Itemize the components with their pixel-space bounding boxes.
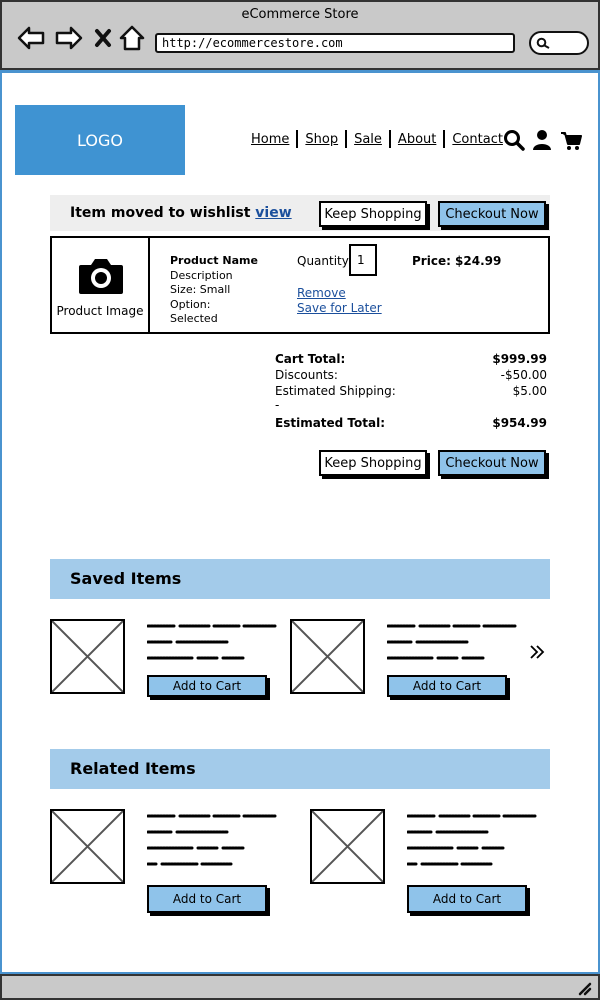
cart-total-label: Cart Total: xyxy=(275,352,346,366)
nav-sale[interactable]: Sale xyxy=(349,132,387,147)
notice-message: Item moved to wishlist xyxy=(70,205,251,221)
nav-contact[interactable]: Contact xyxy=(447,132,508,147)
save-for-later-link[interactable]: Save for Later xyxy=(297,301,382,315)
main-nav: Home Shop Sale About Contact xyxy=(246,130,508,148)
nav-home[interactable]: Home xyxy=(246,132,294,147)
saved-item-description-placeholder xyxy=(147,620,279,666)
product-option: Option: xyxy=(170,297,211,311)
remove-link[interactable]: Remove xyxy=(297,286,346,300)
product-image-label: Product Image xyxy=(56,304,144,318)
saved-item-description-placeholder xyxy=(387,620,519,666)
search-icon[interactable] xyxy=(503,129,525,151)
search-icon xyxy=(536,37,550,49)
cart-icon[interactable] xyxy=(560,129,582,151)
related-item-image-placeholder[interactable] xyxy=(50,809,125,884)
add-to-cart-button[interactable]: Add to Cart xyxy=(387,675,507,697)
saved-item-image-placeholder[interactable] xyxy=(290,619,365,694)
browser-titlebar: eCommerce Store http://ecommercestore.co… xyxy=(0,0,600,70)
view-wishlist-link[interactable]: view xyxy=(255,205,291,221)
order-summary: Cart Total: $999.99 Discounts: -$50.00 Est… xyxy=(275,352,547,432)
product-image[interactable]: Product Image xyxy=(52,238,150,332)
nav-divider xyxy=(388,130,391,148)
cart-item: Product Image Product Name Description S… xyxy=(50,236,550,334)
cart-total-value: $999.99 xyxy=(492,352,547,366)
summary-divider: - xyxy=(275,398,280,412)
related-item-description-placeholder xyxy=(407,810,539,872)
related-item-image-placeholder[interactable] xyxy=(310,809,385,884)
nav-divider xyxy=(296,130,299,148)
related-items-header: Related Items xyxy=(50,749,550,789)
chevron-right-icon[interactable] xyxy=(528,642,546,662)
add-to-cart-button[interactable]: Add to Cart xyxy=(407,885,527,913)
product-price: Price: $24.99 xyxy=(412,254,502,268)
add-to-cart-button[interactable]: Add to Cart xyxy=(147,885,267,913)
checkout-button[interactable]: Checkout Now xyxy=(438,450,546,476)
estimated-total-label: Estimated Total: xyxy=(275,416,386,430)
browser-search-field[interactable] xyxy=(529,31,589,55)
product-size: Size: Small xyxy=(170,283,231,296)
product-description: Description xyxy=(170,268,233,282)
product-details: Product Name Description Size: Small Opt… xyxy=(170,254,258,327)
discounts-label: Discounts: xyxy=(275,368,338,382)
quantity-input[interactable]: 1 xyxy=(349,244,377,276)
logo[interactable]: LOGO xyxy=(15,105,185,175)
shipping-label: Estimated Shipping: xyxy=(275,384,396,398)
keep-shopping-button[interactable]: Keep Shopping xyxy=(319,450,427,476)
nav-divider xyxy=(443,130,446,148)
saved-items-header: Saved Items xyxy=(50,559,550,599)
saved-item-image-placeholder[interactable] xyxy=(50,619,125,694)
camera-icon xyxy=(79,259,123,294)
nav-divider xyxy=(345,130,348,148)
wishlist-notice: Item moved to wishlist view Keep Shoppin… xyxy=(50,195,550,231)
add-to-cart-button[interactable]: Add to Cart xyxy=(147,675,267,697)
shipping-value: $5.00 xyxy=(512,384,547,398)
resize-handle-icon[interactable] xyxy=(576,980,592,996)
discounts-value: -$50.00 xyxy=(500,368,547,382)
url-input[interactable]: http://ecommercestore.com xyxy=(155,33,515,53)
forward-arrow-icon[interactable] xyxy=(54,24,84,52)
close-icon[interactable] xyxy=(91,24,121,52)
nav-shop[interactable]: Shop xyxy=(300,132,343,147)
user-icon[interactable] xyxy=(531,129,553,151)
product-option-value: Selected xyxy=(170,312,218,325)
checkout-button[interactable]: Checkout Now xyxy=(438,201,546,227)
estimated-total-value: $954.99 xyxy=(492,416,547,430)
keep-shopping-button[interactable]: Keep Shopping xyxy=(319,201,427,227)
quantity-label: Quantity xyxy=(297,254,349,268)
back-arrow-icon[interactable] xyxy=(16,24,46,52)
home-icon[interactable] xyxy=(118,24,148,52)
product-name: Product Name xyxy=(170,254,258,267)
browser-statusbar xyxy=(0,974,600,1000)
nav-about[interactable]: About xyxy=(393,132,441,147)
window-title: eCommerce Store xyxy=(241,7,359,22)
related-item-description-placeholder xyxy=(147,810,279,872)
